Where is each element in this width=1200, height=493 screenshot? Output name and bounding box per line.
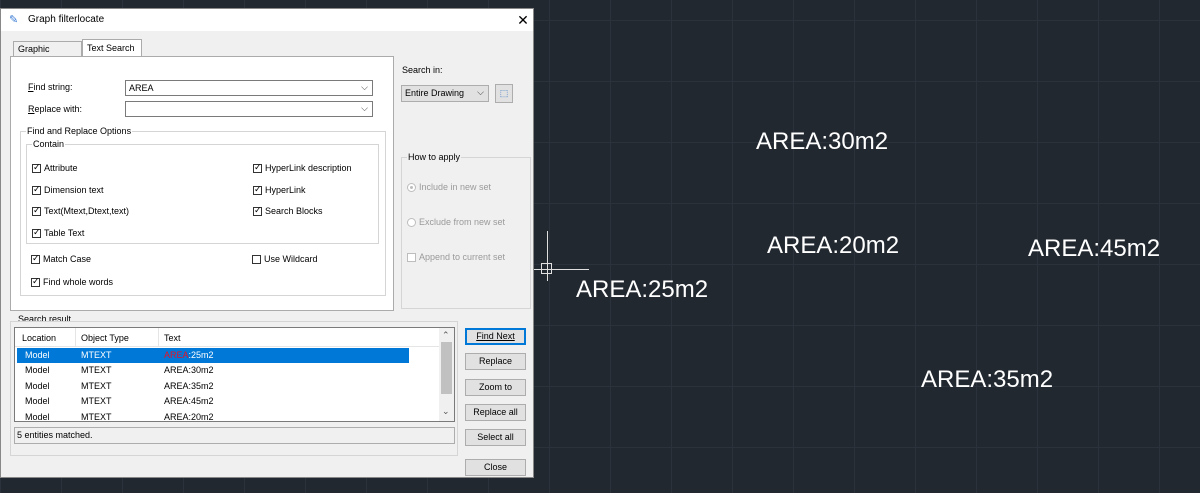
radio-include-in-new-set[interactable]: Include in new set	[407, 182, 491, 193]
text-search-panel: Find string: AREA ⌵ Replace with: ⌵ Find…	[10, 56, 394, 311]
checkbox-use-wildcard[interactable]: Use Wildcard	[252, 254, 318, 265]
radio-exclude-from-new-set[interactable]: Exclude from new set	[407, 217, 505, 228]
column-object-type[interactable]: Object Type	[81, 333, 129, 343]
column-divider[interactable]	[158, 328, 159, 346]
radio-dot[interactable]	[407, 218, 416, 227]
checkbox-append-to-current-set[interactable]: Append to current set	[407, 252, 505, 263]
table-row[interactable]: Model MTEXT AREA:45m2	[17, 394, 409, 409]
search-in-label: Search in:	[402, 65, 443, 75]
find-replace-options-group: Find and Replace Options Contain Attribu…	[20, 126, 386, 296]
contain-label: Contain	[32, 139, 66, 149]
select-objects-icon: ⬚	[499, 88, 509, 98]
replace-with-combo[interactable]: ⌵	[125, 101, 373, 117]
status-text: 5 entities matched.	[14, 427, 455, 444]
find-next-button[interactable]: Find Next	[465, 328, 526, 345]
chevron-down-icon[interactable]: ⌵	[361, 103, 368, 114]
cad-text-area-35[interactable]: AREA:35m2	[921, 366, 1053, 394]
checkbox-box[interactable]	[253, 184, 262, 195]
chevron-up-icon[interactable]: ⌃	[442, 330, 450, 341]
cad-text-area-25[interactable]: AREA:25m2	[576, 276, 708, 304]
find-string-combo[interactable]: AREA ⌵	[125, 80, 373, 96]
checkbox-dimension-text[interactable]: Dimension text	[32, 184, 104, 196]
vertical-scrollbar[interactable]: ⌃ ⌄	[439, 328, 454, 421]
checkbox-table-text[interactable]: Table Text	[32, 227, 84, 239]
title-bar[interactable]: ✎ Graph filterlocate ✕	[1, 9, 533, 31]
how-to-apply-group: How to apply Include in new set Exclude …	[401, 152, 531, 309]
checkbox-box[interactable]	[253, 205, 262, 216]
table-row[interactable]: Model MTEXT AREA:35m2	[17, 379, 409, 394]
checkbox-hyperlink[interactable]: HyperLink	[253, 184, 306, 196]
search-in-combo[interactable]: Entire Drawing ⌵	[401, 85, 489, 102]
checkbox-box[interactable]	[32, 162, 41, 173]
replace-with-label: Replace with:	[28, 104, 83, 114]
table-row[interactable]: Model MTEXT AREA:25m2	[17, 348, 409, 363]
checkbox-hyperlink-description[interactable]: HyperLink description	[253, 162, 352, 174]
cad-text-area-30[interactable]: AREA:30m2	[756, 128, 888, 156]
close-icon[interactable]: ✕	[514, 9, 532, 31]
column-location[interactable]: Location	[22, 333, 56, 343]
close-button[interactable]: Close	[465, 459, 526, 476]
replace-button[interactable]: Replace	[465, 353, 526, 370]
table-row[interactable]: Model MTEXT AREA:30m2	[17, 363, 409, 378]
replace-all-button[interactable]: Replace all	[465, 404, 526, 421]
chevron-down-icon[interactable]: ⌵	[361, 82, 368, 93]
checkbox-box[interactable]	[32, 184, 41, 195]
search-in-value: Entire Drawing	[405, 88, 465, 98]
graph-filterlocate-dialog: ✎ Graph filterlocate ✕ Graphic Search Te…	[0, 8, 534, 478]
checkbox-text-mtext[interactable]: Text(Mtext,Dtext,text)	[32, 205, 129, 217]
chevron-down-icon[interactable]: ⌄	[442, 406, 450, 417]
search-result-list[interactable]: Location Object Type Text Model MTEXT AR…	[14, 327, 455, 422]
checkbox-search-blocks[interactable]: Search Blocks	[253, 205, 323, 217]
column-divider[interactable]	[75, 328, 76, 346]
app-icon: ✎	[9, 14, 19, 26]
cad-text-area-45[interactable]: AREA:45m2	[1028, 235, 1160, 263]
scroll-thumb[interactable]	[441, 342, 452, 394]
find-string-label: Find string:	[28, 82, 73, 92]
find-replace-options-label: Find and Replace Options	[26, 126, 133, 136]
zoom-to-button[interactable]: Zoom to	[465, 379, 526, 396]
checkbox-box[interactable]	[407, 253, 416, 262]
crosshair-pickbox	[541, 263, 552, 274]
select-all-button[interactable]: Select all	[465, 429, 526, 446]
checkbox-box[interactable]	[252, 255, 261, 264]
checkbox-find-whole-words[interactable]: Find whole words	[31, 276, 113, 288]
checkbox-attribute[interactable]: Attribute	[32, 162, 78, 174]
cad-text-area-20[interactable]: AREA:20m2	[767, 232, 899, 260]
list-header: Location Object Type Text	[15, 328, 439, 347]
tab-graphic-search[interactable]: Graphic Search	[13, 41, 82, 69]
checkbox-box[interactable]	[32, 205, 41, 216]
find-string-value: AREA	[129, 83, 154, 93]
chevron-down-icon[interactable]: ⌵	[477, 87, 484, 98]
checkbox-box[interactable]	[31, 276, 40, 287]
radio-dot[interactable]	[407, 183, 416, 192]
checkbox-match-case[interactable]: Match Case	[31, 253, 91, 265]
checkbox-box[interactable]	[253, 162, 262, 173]
column-text[interactable]: Text	[164, 333, 181, 343]
contain-group: Contain Attribute Dimension text Text(Mt…	[26, 139, 379, 244]
checkbox-box[interactable]	[32, 227, 41, 238]
table-row[interactable]: Model MTEXT AREA:20m2	[17, 410, 409, 421]
dialog-title: Graph filterlocate	[28, 14, 105, 25]
tab-text-search[interactable]: Text Search	[82, 39, 142, 57]
checkbox-box[interactable]	[31, 253, 40, 264]
select-objects-button[interactable]: ⬚	[495, 84, 513, 103]
how-to-apply-label: How to apply	[407, 152, 462, 162]
